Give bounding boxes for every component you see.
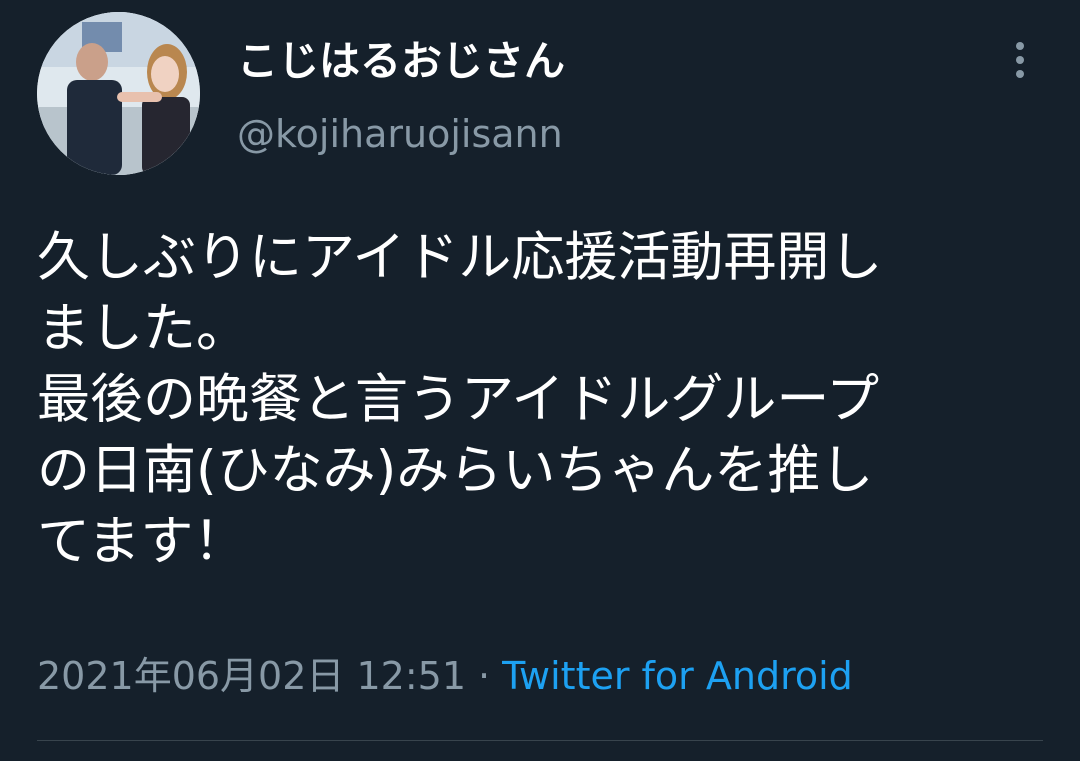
divider <box>37 740 1043 741</box>
avatar-photo-icon <box>37 12 200 175</box>
user-avatar[interactable] <box>37 12 200 175</box>
user-handle[interactable]: @kojiharuojisann <box>237 110 563 158</box>
tweet-text: 久しぶりにアイドル応援活動再開し ました。 最後の晩餐と言うアイドルグループ の… <box>37 227 883 572</box>
display-name[interactable]: こじはるおじさん <box>237 36 565 86</box>
more-vertical-icon-dot <box>1016 56 1024 64</box>
tweet-timestamp[interactable]: 2021年06月02日 12:51 <box>37 654 466 698</box>
meta-separator: · <box>478 654 491 698</box>
tweet-detail: こじはるおじさん @kojiharuojisann 久しぶりにアイドル応援活動再… <box>0 0 1080 761</box>
tweet-source-link[interactable]: Twitter for Android <box>502 654 853 698</box>
more-vertical-icon <box>1016 42 1024 50</box>
more-vertical-icon-dot <box>1016 70 1024 78</box>
tweet-meta: 2021年06月02日 12:51 · Twitter for Android <box>37 652 853 700</box>
more-options-button[interactable] <box>1000 38 1040 82</box>
